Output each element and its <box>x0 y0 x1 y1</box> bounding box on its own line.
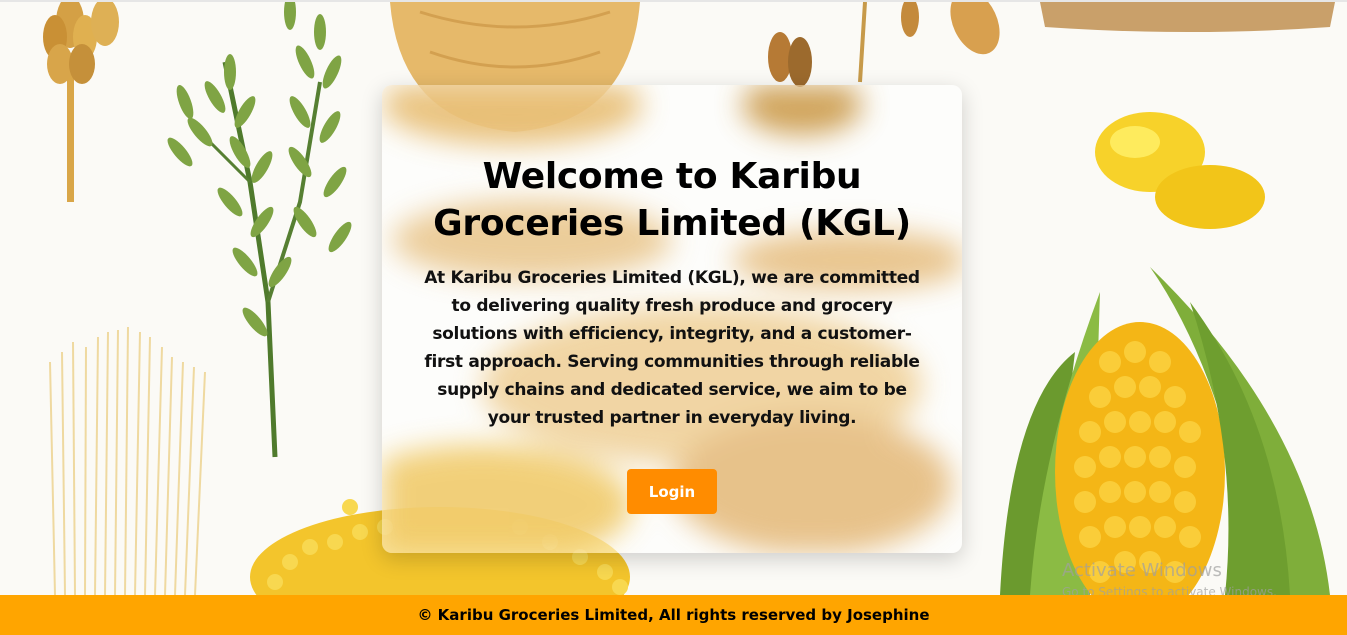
corn-kernels-icon <box>1095 112 1265 229</box>
grain-sack-icon <box>1040 2 1335 32</box>
footer-copyright: © Karibu Groceries Limited, All rights r… <box>417 606 930 624</box>
wheat-ear-icon <box>43 2 119 202</box>
welcome-card: Welcome to Karibu Groceries Limited (KGL… <box>382 85 962 553</box>
spaghetti-icon <box>49 326 206 595</box>
footer: © Karibu Groceries Limited, All rights r… <box>0 595 1347 635</box>
page-title: Welcome to Karibu Groceries Limited (KGL… <box>433 156 911 244</box>
corn-cob-icon <box>1000 267 1330 595</box>
windows-activation-watermark: Activate Windows Go to Settings to activ… <box>1062 560 1277 599</box>
login-button[interactable]: Login <box>627 469 717 514</box>
oat-icon <box>768 2 1000 87</box>
watermark-title: Activate Windows <box>1062 560 1222 581</box>
company-description: At Karibu Groceries Limited (KGL), we ar… <box>424 268 920 428</box>
card-content: Welcome to Karibu Groceries Limited (KGL… <box>382 85 962 553</box>
